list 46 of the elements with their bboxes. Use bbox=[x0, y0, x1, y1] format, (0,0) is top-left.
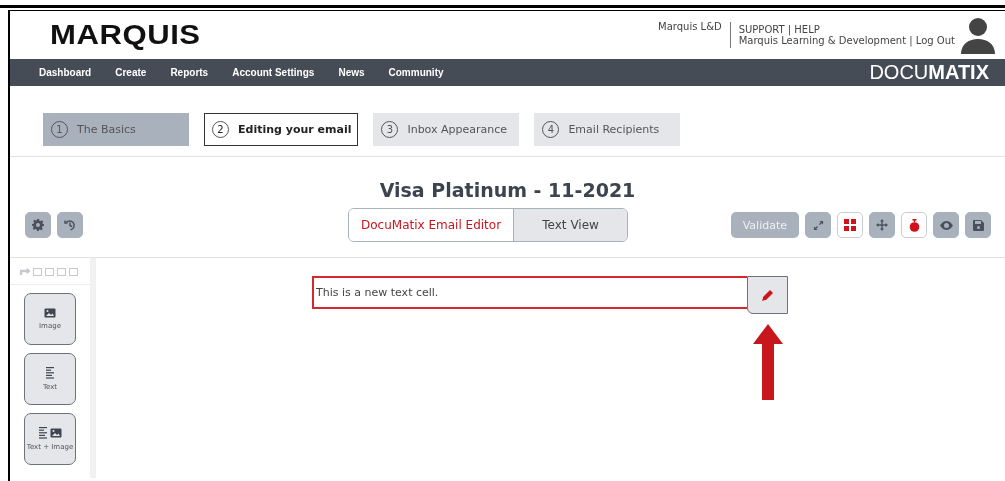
cell-text: This is a new text cell. bbox=[316, 286, 439, 299]
nav-item[interactable]: Account Settings bbox=[232, 67, 315, 78]
expand-icon bbox=[812, 219, 824, 231]
save-icon bbox=[972, 219, 984, 231]
nav-item[interactable]: News bbox=[338, 67, 365, 78]
eye-icon bbox=[939, 220, 953, 230]
step-label: Email Recipients bbox=[568, 123, 660, 136]
step-tab[interactable]: 3 Inbox Appearance bbox=[373, 113, 520, 146]
nav-item[interactable]: Reports bbox=[170, 67, 209, 78]
image-icon bbox=[44, 308, 56, 318]
user-avatar-icon[interactable] bbox=[959, 16, 997, 54]
nav-item[interactable]: Dashboard bbox=[39, 67, 92, 78]
stopwatch-icon bbox=[908, 218, 920, 232]
step-tab[interactable]: 4 Email Recipients bbox=[534, 113, 681, 146]
text-cell[interactable]: This is a new text cell. bbox=[312, 276, 747, 309]
account-name: Marquis L&D bbox=[658, 21, 722, 32]
move-icon bbox=[876, 219, 888, 231]
documatix-logo: DOCUMATIX bbox=[869, 61, 989, 84]
save-button[interactable] bbox=[965, 212, 991, 238]
step-tab[interactable]: 2 Editing your email bbox=[204, 113, 359, 146]
email-title: Visa Platinum - 11-2021 bbox=[378, 179, 637, 203]
history-button[interactable] bbox=[57, 212, 83, 238]
pencil-icon bbox=[762, 289, 773, 301]
support-help-links[interactable]: SUPPORT | HELP bbox=[738, 24, 955, 35]
text-image-icon bbox=[38, 427, 62, 439]
text-lines-icon bbox=[45, 367, 55, 379]
step-label: The Basics bbox=[77, 123, 136, 136]
stopwatch-button[interactable] bbox=[901, 212, 927, 238]
nav-item[interactable]: Community bbox=[388, 67, 444, 78]
expand-button[interactable] bbox=[805, 212, 831, 238]
settings-button[interactable] bbox=[25, 212, 51, 238]
grid-icon bbox=[844, 219, 856, 231]
grid-button[interactable] bbox=[837, 212, 863, 238]
edit-button[interactable] bbox=[747, 276, 788, 314]
view-toggle-button[interactable]: Text View bbox=[513, 209, 628, 241]
marquis-logo[interactable]: MARQUIS bbox=[50, 19, 201, 51]
step-label: Inbox Appearance bbox=[407, 123, 508, 136]
settings-icon bbox=[32, 219, 44, 231]
move-button[interactable] bbox=[869, 212, 895, 238]
org-logout-links[interactable]: Marquis Learning & Development | Log Out bbox=[738, 35, 955, 46]
step-label: Editing your email bbox=[238, 123, 352, 136]
preview-button[interactable] bbox=[933, 212, 959, 238]
toolbar-placeholder-icons bbox=[20, 266, 80, 276]
nav-item[interactable]: Create bbox=[115, 67, 147, 78]
step-tab[interactable]: 1 The Basics bbox=[43, 113, 189, 146]
history-icon bbox=[64, 219, 76, 231]
